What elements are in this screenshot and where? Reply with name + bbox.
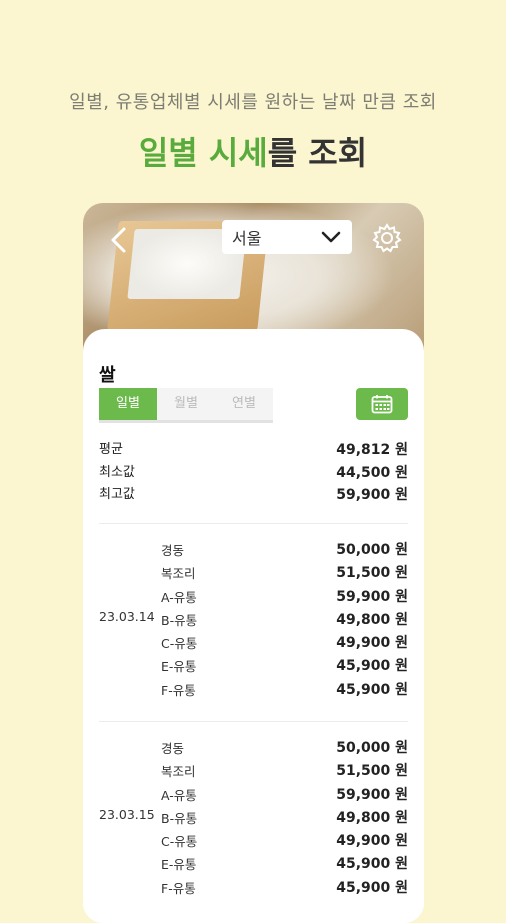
- list-item: C-유통 49,900 원: [99, 830, 408, 853]
- app-screen: 서울 쌀 일별 월별 연별 평균 49,812 원 최소값 44,500 원 최…: [83, 203, 424, 923]
- vendor-name: F-유통: [161, 880, 196, 896]
- content-sheet: 쌀 일별 월별 연별 평균 49,812 원 최소값 44,500 원 최고값 …: [83, 329, 424, 923]
- list-item: B-유통 49,800 원: [99, 807, 408, 830]
- list-item: 경동 50,000 원: [99, 737, 408, 760]
- vendor-price: 45,900 원: [336, 879, 408, 896]
- list-item: 복조리 51,500 원: [99, 562, 408, 585]
- vendor-name: C-유통: [161, 636, 198, 652]
- list-item: A-유통 59,900 원: [99, 784, 408, 807]
- summary-value: 44,500 원: [336, 464, 408, 481]
- vendor-price: 51,500 원: [336, 763, 408, 780]
- tab-monthly[interactable]: 월별: [157, 388, 215, 420]
- tab-daily[interactable]: 일별: [99, 388, 157, 420]
- vendor-price: 49,800 원: [336, 809, 408, 826]
- tab-yearly[interactable]: 연별: [215, 388, 273, 420]
- item-title: 쌀: [99, 365, 116, 386]
- gear-icon: [372, 223, 402, 253]
- vendor-price: 59,900 원: [336, 588, 408, 605]
- list-item: B-유통 49,800 원: [99, 609, 408, 632]
- vendor-price: 49,800 원: [336, 611, 408, 628]
- price-summary: 평균 49,812 원 최소값 44,500 원 최고값 59,900 원: [99, 439, 408, 507]
- vendor-price: 45,900 원: [336, 681, 408, 698]
- summary-row: 최소값 44,500 원: [99, 462, 408, 485]
- vendor-price: 51,500 원: [336, 565, 408, 582]
- vendor-name: B-유통: [161, 612, 198, 628]
- region-dropdown[interactable]: 서울: [222, 220, 352, 254]
- settings-button[interactable]: [371, 222, 403, 254]
- vendor-price: 45,900 원: [336, 856, 408, 873]
- date-group: 23.03.15 경동 50,000 원 복조리 51,500 원 A-유통 59,9…: [99, 737, 408, 900]
- vendor-price: 50,000 원: [336, 542, 408, 558]
- region-value: 서울: [232, 229, 262, 248]
- summary-label: 평균: [99, 442, 123, 457]
- vendor-name: F-유통: [161, 682, 196, 698]
- vendor-price: 50,000 원: [336, 740, 408, 756]
- date-group: 23.03.14 경동 50,000 원 복조리 51,500 원 A-유통 59,9…: [99, 539, 408, 702]
- headline-subtitle: 일별, 유통업체별 시세를 원하는 날짜 만큼 조회: [69, 92, 437, 113]
- summary-row: 최고값 59,900 원: [99, 484, 408, 507]
- list-item: F-유통 45,900 원: [99, 679, 408, 702]
- divider: [99, 721, 408, 722]
- vendor-price: 49,900 원: [336, 833, 408, 850]
- vendor-name: 복조리: [161, 566, 196, 582]
- chevron-down-icon: [321, 231, 341, 243]
- list-item: A-유통 59,900 원: [99, 586, 408, 609]
- summary-label: 최고값: [99, 487, 135, 502]
- vendor-name: E-유통: [161, 857, 197, 873]
- summary-row: 평균 49,812 원: [99, 439, 408, 462]
- headline-title: 일별 시세를 조회: [0, 128, 506, 174]
- list-item: E-유통 45,900 원: [99, 853, 408, 876]
- list-item: C-유통 49,900 원: [99, 632, 408, 655]
- list-item: E-유통 45,900 원: [99, 655, 408, 678]
- vendor-name: 경동: [161, 543, 185, 558]
- summary-value: 49,812 원: [336, 442, 408, 458]
- headline-title-rest: 를 조회: [267, 134, 368, 172]
- vendor-name: C-유통: [161, 834, 198, 850]
- vendor-price: 45,900 원: [336, 658, 408, 675]
- vendor-name: A-유통: [161, 787, 197, 803]
- divider: [99, 523, 408, 524]
- summary-label: 최소값: [99, 464, 135, 480]
- headline-title-accent: 일별 시세: [138, 134, 268, 172]
- list-item: F-유통 45,900 원: [99, 877, 408, 900]
- list-item: 복조리 51,500 원: [99, 760, 408, 783]
- vendor-price: 59,900 원: [336, 786, 408, 803]
- period-tabs: 일별 월별 연별: [99, 388, 273, 423]
- vendor-name: 경동: [161, 741, 185, 756]
- vendor-name: 복조리: [161, 764, 196, 780]
- vendor-name: E-유통: [161, 659, 197, 675]
- chevron-left-icon: [111, 227, 126, 253]
- list-item: 경동 50,000 원: [99, 539, 408, 562]
- calendar-button[interactable]: [356, 388, 408, 420]
- back-button[interactable]: [107, 225, 131, 255]
- vendor-name: A-유통: [161, 589, 197, 605]
- summary-value: 59,900 원: [336, 487, 408, 503]
- vendor-price: 49,900 원: [336, 635, 408, 652]
- calendar-icon: [371, 395, 393, 414]
- vendor-name: B-유통: [161, 810, 198, 826]
